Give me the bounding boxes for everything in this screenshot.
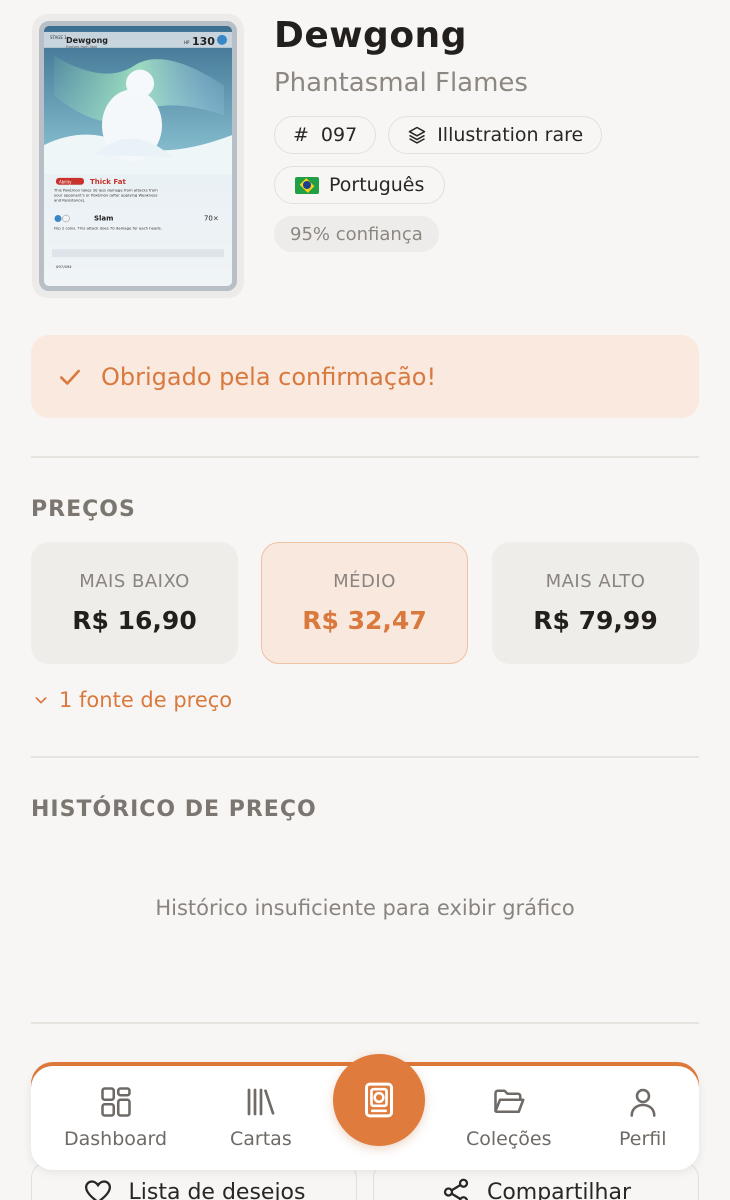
- card-scan-icon: [365, 1082, 393, 1118]
- confirmation-banner: Obrigado pela confirmação!: [31, 335, 699, 418]
- ability-text-3: and Resistance).: [54, 198, 85, 203]
- folder-open-icon: [493, 1089, 525, 1114]
- heart-icon: [84, 1180, 111, 1200]
- divider: [31, 456, 699, 458]
- card-image-name: Dewgong: [66, 36, 108, 45]
- history-empty-message: Histórico insuficiente para exibir gráfi…: [155, 896, 575, 920]
- nav-dashboard[interactable]: Dashboard: [64, 1084, 167, 1150]
- share-icon: [443, 1178, 469, 1200]
- nav-profile-label: Perfil: [619, 1128, 667, 1150]
- price-sources-toggle[interactable]: 1 fonte de preço: [33, 688, 232, 712]
- card-hp-label: HP: [184, 40, 190, 45]
- wishlist-label: Lista de desejos: [128, 1179, 306, 1200]
- card-artwork: STAGE 1 Dewgong Evolves from Seel HP 130…: [39, 21, 237, 291]
- confirmation-message: Obrigado pela confirmação!: [101, 362, 437, 391]
- card-number-chip: # 097: [274, 116, 377, 154]
- scan-card-button[interactable]: [333, 1054, 425, 1146]
- card-hp: 130: [192, 35, 215, 48]
- price-low-label: MAIS BAIXO: [79, 571, 190, 592]
- prices-section-title: PREÇOS: [31, 497, 136, 522]
- attack-damage: 70×: [204, 215, 219, 223]
- confidence-badge: 95% confiança: [274, 216, 439, 252]
- hash-icon: #: [293, 124, 309, 146]
- price-sources-label: 1 fonte de preço: [59, 688, 233, 712]
- price-low-card: MAIS BAIXO R$ 16,90: [31, 542, 238, 664]
- layers-icon: [408, 126, 426, 144]
- card-number: 097: [320, 124, 358, 146]
- card-set-name: Phantasmal Flames: [274, 68, 528, 98]
- nav-collections[interactable]: Coleções: [466, 1084, 552, 1150]
- nav-dashboard-label: Dashboard: [64, 1128, 168, 1150]
- attack-text: Flip 2 coins. This attack does 70 damage…: [54, 225, 162, 230]
- share-label: Compartilhar: [486, 1179, 632, 1200]
- chevron-down-icon: [35, 697, 47, 704]
- language-chip: Português: [274, 166, 446, 204]
- nav-profile[interactable]: Perfil: [619, 1084, 667, 1150]
- price-low-value: R$ 16,90: [72, 606, 197, 635]
- price-high-label: MAIS ALTO: [545, 571, 646, 592]
- card-info: Dewgong Phantasmal Flames # 097 Illustra…: [274, 14, 604, 252]
- card-title: Dewgong: [274, 15, 467, 56]
- water-type-icon: [217, 34, 227, 45]
- history-section-title: HISTÓRICO DE PREÇO: [31, 797, 317, 822]
- brazil-flag-icon: [295, 176, 319, 194]
- check-icon: [60, 369, 80, 385]
- card-image[interactable]: STAGE 1 Dewgong Evolves from Seel HP 130…: [32, 14, 244, 298]
- language-label: Português: [329, 174, 425, 196]
- dashboard-icon: [100, 1087, 131, 1117]
- rarity-chip: Illustration rare: [388, 116, 603, 154]
- divider: [31, 1022, 699, 1024]
- nav-cards[interactable]: Cartas: [230, 1084, 292, 1150]
- attack-name: Slam: [94, 215, 113, 223]
- card-stage: STAGE 1: [50, 35, 67, 40]
- rarity-label: Illustration rare: [437, 124, 584, 146]
- ability-name: Thick Fat: [90, 178, 126, 186]
- dewgong-card-illustration: STAGE 1 Dewgong Evolves from Seel HP 130…: [44, 26, 232, 286]
- price-mid-value: R$ 32,47: [302, 606, 427, 635]
- price-high-value: R$ 79,99: [533, 606, 658, 635]
- price-high-card: MAIS ALTO R$ 79,99: [492, 542, 699, 664]
- user-icon: [630, 1088, 656, 1117]
- nav-collections-label: Coleções: [466, 1128, 552, 1150]
- card-evolves: Evolves from Seel: [66, 45, 97, 49]
- card-number-print: 097/094: [56, 264, 72, 269]
- price-mid-label: MÉDIO: [333, 571, 396, 592]
- price-mid-card: MÉDIO R$ 32,47: [261, 542, 468, 664]
- card-attribute-chips: # 097 Illustration rare Português 95% co…: [274, 116, 604, 252]
- ability-tag: Ability: [59, 179, 72, 184]
- library-icon: [247, 1088, 275, 1116]
- nav-cards-label: Cartas: [230, 1128, 292, 1150]
- divider: [31, 756, 699, 758]
